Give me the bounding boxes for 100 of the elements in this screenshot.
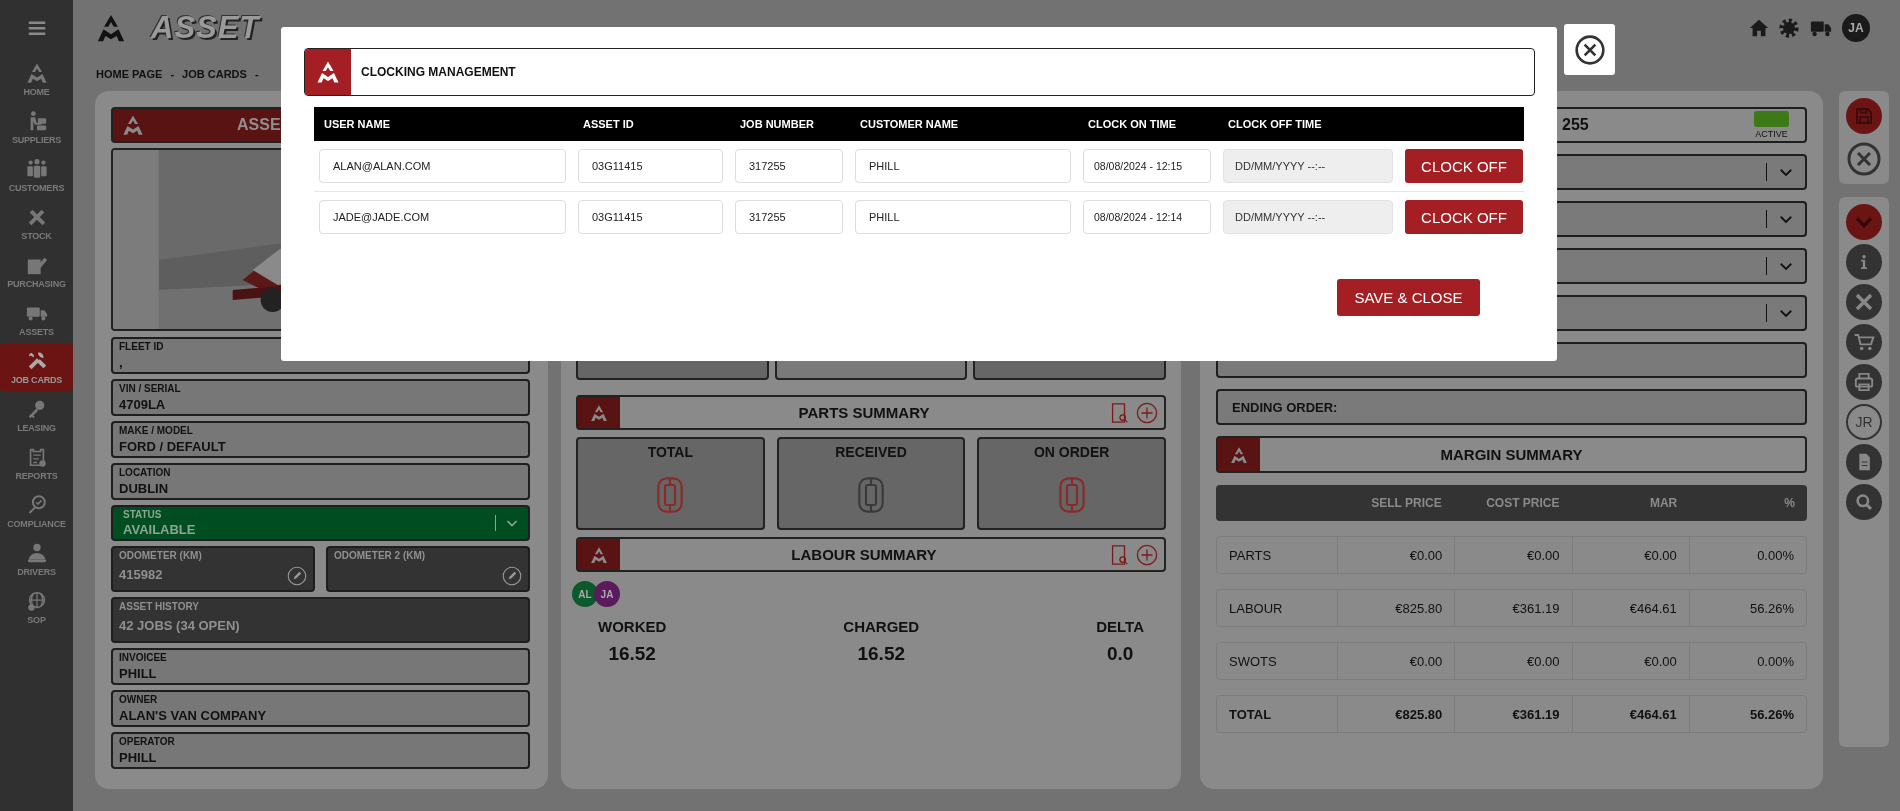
column-header: MAR [1648, 496, 1679, 510]
user-avatar[interactable]: JA [1842, 14, 1870, 42]
stat-label: CHARGED [843, 618, 920, 635]
column-header: COST PRICE [1485, 496, 1561, 510]
table-cell: €0.00 [1454, 537, 1572, 573]
job-search-button[interactable]: JR [1846, 404, 1882, 440]
info-button[interactable] [1846, 244, 1882, 280]
input-field[interactable]: 03G11415 [578, 149, 723, 183]
chevron-icon[interactable] [495, 515, 520, 531]
chevron-icon[interactable] [1766, 304, 1795, 322]
field-value: , [119, 354, 124, 372]
home-icon[interactable] [1748, 17, 1770, 39]
status-dropdown[interactable]: STATUS AVAILABLE [111, 505, 530, 541]
table-cell: 0.00% [1688, 537, 1806, 573]
sidebar-item[interactable]: ASSETS [0, 295, 73, 343]
table-cell: €0.00 [1337, 643, 1455, 679]
sidebar-item[interactable]: CUSTOMERS [0, 151, 73, 199]
breadcrumb-link[interactable]: HOME PAGE [96, 67, 163, 80]
field-value: PHILL [119, 665, 158, 683]
worker-avatar[interactable]: JA [594, 581, 620, 607]
clock-off-button[interactable]: CLOCK OFF [1405, 149, 1523, 183]
odometer-field[interactable]: ODOMETER 2 (KM) [326, 546, 530, 592]
column-header: CLOCK ON TIME [1088, 118, 1177, 130]
odometer-field[interactable]: ODOMETER (KM) 415982 [111, 546, 315, 592]
table-cell-text: PARTS [1228, 546, 1273, 565]
driver-icon [25, 541, 48, 564]
status-label: ACTIVE [1755, 129, 1788, 139]
section-title: PARTS SUMMARY [797, 404, 931, 421]
column-header: CUSTOMER NAME [860, 118, 960, 130]
save-close-button[interactable]: SAVE & CLOSE [1337, 279, 1480, 316]
input-field[interactable]: JADE@JADE.COM [319, 200, 566, 234]
add-icon[interactable] [1136, 401, 1158, 424]
modal-title: CLOCKING MANAGEMENT [361, 65, 516, 79]
sidebar-item[interactable]: STOCK [0, 199, 73, 247]
input-field[interactable]: 08/08/2024 - 12:14 [1083, 200, 1211, 234]
table-cell-text: TOTAL [1228, 705, 1273, 724]
breadcrumb-separator: - [254, 67, 259, 80]
chevron-icon[interactable] [1766, 257, 1795, 275]
sidebar-item[interactable]: PURCHASING [0, 247, 73, 295]
tools-button[interactable] [1846, 284, 1882, 320]
table-cell: 0.00% [1688, 643, 1806, 679]
table-cell: €0.00 [1571, 643, 1689, 679]
sidebar-item[interactable]: JOB CARDS [0, 343, 73, 391]
field-label: ODOMETER 2 (KM) [334, 549, 427, 562]
field-label: ENDING ORDER: [1232, 399, 1338, 415]
chevron-icon[interactable] [1766, 163, 1795, 181]
table-cell: €361.19 [1454, 590, 1572, 626]
stat-value: 16.52 [857, 643, 906, 665]
document-button[interactable] [1846, 444, 1882, 480]
sidebar-item[interactable]: REPORTS [0, 439, 73, 487]
column-header: ASSET ID [583, 118, 635, 130]
column-header: JOB NUMBER [740, 118, 815, 130]
sidebar-item[interactable]: DRIVERS [0, 535, 73, 583]
worker-avatar[interactable]: AL [572, 581, 598, 607]
table-cell: €0.00 [1454, 643, 1572, 679]
summary-label: RECEIVED [835, 444, 907, 460]
chevron-icon[interactable] [1766, 210, 1795, 228]
status-indicator [1754, 111, 1789, 127]
field-label: INVOICEE [119, 651, 168, 664]
field-value: 42 JOBS (34 OPEN) [119, 617, 241, 635]
field-value: 415982 [119, 566, 164, 584]
close-button[interactable] [1564, 24, 1615, 75]
input-field[interactable]: ALAN@ALAN.COM [319, 149, 566, 183]
sidebar-item[interactable]: SUPPLIERS [0, 103, 73, 151]
input-field[interactable]: 03G11415 [578, 200, 723, 234]
input-field[interactable]: PHILL [855, 200, 1071, 234]
input-field[interactable]: PHILL [855, 149, 1071, 183]
input-field[interactable]: 317255 [735, 149, 843, 183]
clock-off-button[interactable]: CLOCK OFF [1405, 200, 1523, 234]
search-button[interactable] [1846, 484, 1882, 520]
edit-icon[interactable] [287, 566, 307, 586]
logo-icon [122, 114, 144, 136]
logo-icon [25, 61, 48, 84]
stat-value: 16.52 [608, 643, 656, 665]
stat-label: WORKED [598, 618, 667, 635]
input-field[interactable]: 08/08/2024 - 12:15 [1083, 149, 1211, 183]
panel-title: ASSE [237, 116, 281, 134]
save-button[interactable] [1846, 98, 1882, 134]
sidebar-item[interactable]: SOP [0, 583, 73, 631]
sidebar-item[interactable]: HOME [0, 55, 73, 103]
group-icon [25, 157, 48, 180]
collapse-button[interactable] [1846, 204, 1882, 240]
table-cell: €0.00 [1571, 537, 1689, 573]
breadcrumb-link[interactable]: JOB CARDS [182, 67, 247, 80]
sidebar-item[interactable]: COMPLIANCE [0, 487, 73, 535]
column-header: % [1783, 496, 1796, 510]
sidebar-item[interactable]: LEASING [0, 391, 73, 439]
add-icon[interactable] [1136, 543, 1158, 566]
print-button[interactable] [1846, 364, 1882, 400]
stat-label: DELTA [1096, 618, 1144, 635]
table-cell: €464.61 [1571, 696, 1689, 732]
settings-icon[interactable] [1778, 17, 1800, 39]
field-label: ODOMETER (KM) [119, 549, 203, 562]
job-number: 255 [1562, 116, 1589, 134]
logo-wordmark: ASSET [151, 10, 260, 46]
table-cell-text: SWOTS [1228, 652, 1278, 671]
edit-icon[interactable] [502, 566, 522, 586]
input-field[interactable]: 317255 [735, 200, 843, 234]
globe-icon [25, 589, 48, 612]
cart-button[interactable] [1846, 324, 1882, 360]
